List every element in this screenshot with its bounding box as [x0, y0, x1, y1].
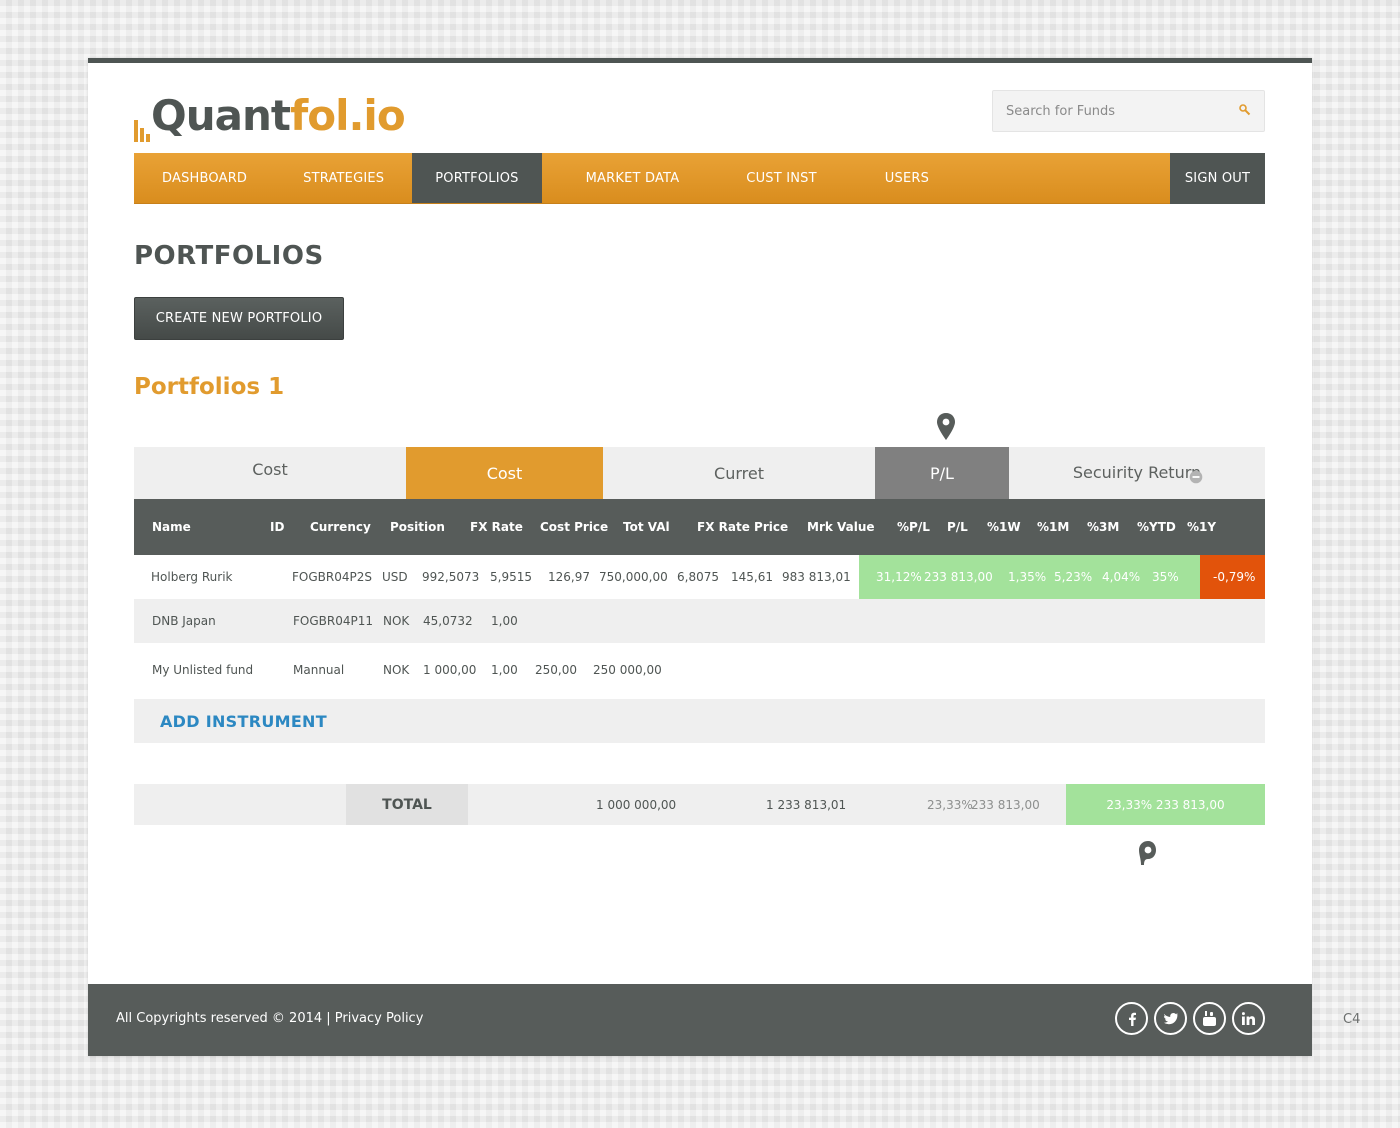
cell-id: Mannual — [293, 663, 345, 677]
cell-currency: NOK — [383, 663, 410, 677]
facebook-icon[interactable] — [1115, 1002, 1148, 1035]
logo-bars-icon — [134, 98, 150, 142]
column-header-currency[interactable]: Currency — [310, 520, 371, 534]
column-header-name[interactable]: Name — [152, 520, 191, 534]
table-row[interactable]: DNB Japan FOGBR04P11 NOK 45,0732 1,00 — [134, 599, 1265, 643]
total-pl: 233 813,00 — [971, 798, 1040, 812]
column-header-pl[interactable]: P/L — [947, 520, 968, 534]
cell-name: Holberg Rurik — [151, 570, 233, 584]
footer-copyright: All Copyrights reserved © 2014 | Privacy… — [116, 1011, 424, 1026]
table-row[interactable]: My Unlisted fund Mannual NOK 1 000,00 1,… — [134, 643, 1265, 699]
cell-mrk-value: 983 813,01 — [782, 570, 851, 584]
cell-1m: 5,23% — [1054, 570, 1093, 584]
cell-fx-rate: 1,00 — [491, 614, 518, 628]
nav-item-strategies[interactable]: STRATEGIES — [275, 153, 412, 203]
cell-1w: 1,35% — [1008, 570, 1047, 584]
linkedin-icon[interactable] — [1232, 1002, 1265, 1035]
total-tot-val: 1 000 000,00 — [596, 798, 677, 812]
corner-label: C4 — [1343, 1012, 1361, 1027]
tab-security-return[interactable]: Secuirity Return — [1009, 447, 1265, 499]
column-header-fx-rate[interactable]: FX Rate — [470, 520, 523, 534]
column-header-1w[interactable]: %1W — [987, 520, 1021, 534]
add-instrument-link[interactable]: ADD INSTRUMENT — [160, 712, 327, 731]
search-icon[interactable] — [1238, 103, 1252, 117]
page-title: PORTFOLIOS — [134, 241, 324, 271]
nav-item-market-data[interactable]: MARKET DATA — [542, 153, 708, 203]
cell-position: 1 000,00 — [423, 663, 477, 677]
column-header-1y[interactable]: %1Y — [1187, 520, 1216, 534]
cell-name: My Unlisted fund — [152, 663, 254, 677]
nav-item-portfolios[interactable]: PORTFOLIOS — [412, 153, 542, 203]
cell-fx-rate: 1,00 — [491, 663, 518, 677]
cell-cost-price: 126,97 — [548, 570, 590, 584]
privacy-policy-link[interactable]: Privacy Policy — [335, 1011, 424, 1026]
tab-current[interactable]: Curret — [603, 447, 875, 499]
youtube-icon[interactable] — [1193, 1002, 1226, 1035]
total-pct-pl: 23,33% — [927, 798, 973, 812]
cell-fx-rate: 5,9515 — [490, 570, 532, 584]
cell-ytd: 35% — [1152, 570, 1179, 584]
column-header-pct-pl[interactable]: %P/L — [897, 520, 930, 534]
collapse-icon[interactable] — [1189, 470, 1203, 484]
column-header-3m[interactable]: %3M — [1087, 520, 1119, 534]
search-input[interactable] — [993, 103, 1223, 119]
column-header-ytd[interactable]: %YTD — [1137, 520, 1176, 534]
sign-out-button[interactable]: SIGN OUT — [1170, 153, 1265, 204]
column-header-cost-price[interactable]: Cost Price — [540, 520, 608, 534]
nav-item-cust-inst[interactable]: CUST INST — [707, 153, 844, 203]
cell-position: 992,5073 — [422, 570, 480, 584]
nav-item-dashboard[interactable]: DASHBOARD — [134, 153, 275, 203]
cell-3m: 4,04% — [1102, 570, 1141, 584]
tab-cost[interactable]: Cost — [134, 447, 406, 499]
column-header-tot-val[interactable]: Tot VAl — [623, 520, 670, 534]
column-header-fx-rate-price[interactable]: FX Rate Price — [697, 520, 788, 534]
cell-name: DNB Japan — [152, 614, 216, 628]
page-container: Quantfol.io DASHBOARD STRATEGIES PORTFOL… — [88, 58, 1312, 1056]
cell-id: FOGBR04P11 — [293, 614, 373, 628]
tab-cost-active[interactable]: Cost — [406, 447, 603, 499]
cell-position: 45,0732 — [423, 614, 473, 628]
create-portfolio-button[interactable]: CREATE NEW PORTFOLIO — [134, 297, 344, 340]
cell-currency: USD — [382, 570, 408, 584]
table-header: Name ID Currency Position FX Rate Cost P… — [134, 499, 1265, 555]
total-mrk-value: 1 233 813,01 — [766, 798, 847, 812]
cell-1y: -0,79% — [1213, 570, 1256, 584]
nav-item-users[interactable]: USERS — [845, 153, 957, 203]
total-row: TOTAL 1 000 000,00 1 233 813,01 23,33% 2… — [134, 784, 1265, 825]
column-header-mrk-value[interactable]: Mrk Value — [807, 520, 875, 534]
add-instrument-row: ADD INSTRUMENT — [134, 699, 1265, 743]
cell-id: FOGBR04P2S — [292, 570, 372, 584]
view-tabs: Cost Cost Curret P/L Secuirity Return — [134, 447, 1265, 499]
cell-tot-val: 750,000,00 — [599, 570, 668, 584]
total-highlight: 23,33% 233 813,00 — [1066, 784, 1265, 825]
cell-fx-rate-price: 6,8075 — [677, 570, 719, 584]
cell-cost-price: 250,00 — [535, 663, 577, 677]
total-label: TOTAL — [346, 784, 468, 825]
cell-price: 145,61 — [731, 570, 773, 584]
twitter-icon[interactable] — [1154, 1002, 1187, 1035]
location-pin-icon — [1139, 841, 1156, 865]
quantfolio-logo[interactable]: Quantfol.io — [134, 91, 406, 142]
tab-pl[interactable]: P/L — [875, 447, 1009, 499]
column-header-id[interactable]: ID — [270, 520, 284, 534]
table-row[interactable]: Holberg Rurik FOGBR04P2S USD 992,5073 5,… — [134, 555, 1265, 599]
cell-tot-val: 250 000,00 — [593, 663, 662, 677]
footer: All Copyrights reserved © 2014 | Privacy… — [88, 984, 1312, 1056]
column-header-1m[interactable]: %1M — [1037, 520, 1069, 534]
cell-pl: 233 813,00 — [924, 570, 993, 584]
column-header-position[interactable]: Position — [390, 520, 445, 534]
map-pin-icon — [937, 413, 955, 440]
search-box — [992, 90, 1265, 132]
section-title: Portfolios 1 — [134, 374, 285, 400]
logo-text: Quantfol.io — [151, 91, 406, 140]
cell-pct-pl: 31,12% — [876, 570, 922, 584]
main-nav: DASHBOARD STRATEGIES PORTFOLIOS MARKET D… — [134, 153, 1265, 204]
cell-currency: NOK — [383, 614, 410, 628]
